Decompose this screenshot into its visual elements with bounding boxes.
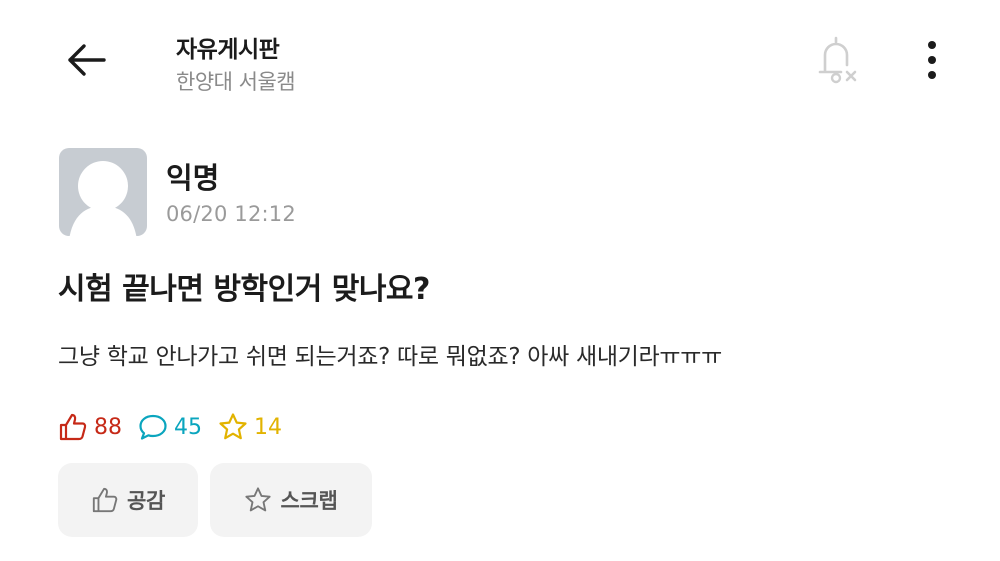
- thumbs-up-icon: [59, 413, 87, 441]
- scrap-stat: 14: [218, 412, 282, 442]
- notification-toggle-button[interactable]: [808, 32, 864, 88]
- board-title: 자유게시판: [176, 37, 280, 63]
- scrap-button[interactable]: 스크랩: [210, 463, 372, 537]
- comment-bubble-icon: [139, 414, 167, 440]
- star-icon: [219, 413, 247, 440]
- scrap-label: 스크랩: [280, 489, 338, 513]
- scrap-count: 14: [254, 414, 282, 440]
- empathy-button[interactable]: 공감: [58, 463, 198, 537]
- post-body: 그냥 학교 안나가고 쉬면 되는거죠? 따로 뭐없죠? 아싸 새내기라ㅠㅠㅠ: [58, 344, 722, 370]
- like-stat: 88: [58, 412, 122, 442]
- author-name: 익명: [166, 161, 220, 195]
- empathy-label: 공감: [126, 489, 166, 513]
- comment-stat: 45: [138, 412, 202, 442]
- back-arrow-icon: [68, 44, 106, 76]
- thumbs-up-icon: [92, 487, 118, 513]
- default-profile-icon: [69, 161, 137, 236]
- like-count: 88: [94, 414, 122, 440]
- star-icon: [245, 487, 272, 512]
- post-stats: 88 45 14: [58, 410, 298, 444]
- post-title: 시험 끝나면 방학인거 맞나요?: [58, 272, 430, 307]
- more-vertical-icon: [928, 41, 936, 79]
- back-button[interactable]: [58, 36, 114, 84]
- avatar: [59, 148, 147, 236]
- school-name: 한양대 서울캠: [176, 70, 296, 94]
- post-timestamp: 06/20 12:12: [166, 202, 296, 226]
- more-options-button[interactable]: [908, 34, 956, 86]
- bell-off-icon: [818, 36, 857, 84]
- comment-count: 45: [174, 414, 202, 440]
